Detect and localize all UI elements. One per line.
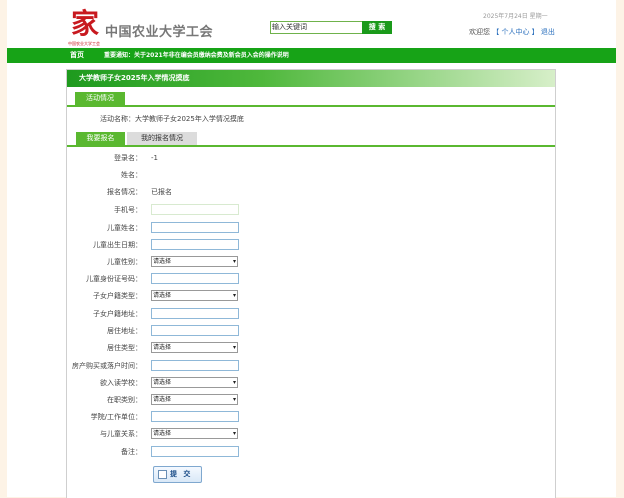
field-label: 儿童性别：: [107, 258, 142, 266]
submit-label: 提 交: [170, 470, 193, 478]
activity-name: 活动名称：大学教师子女2025年入学情况摸底: [100, 115, 244, 123]
select-value: 请选择: [153, 396, 172, 403]
field-label: 手机号：: [114, 206, 142, 214]
search-button[interactable]: 搜 索: [362, 21, 392, 34]
field-label: 备注：: [121, 448, 142, 456]
form-row: 手机号：: [67, 204, 267, 216]
form-row: 欲入读学校： 请选择 ▾: [67, 377, 267, 389]
field-input[interactable]: [151, 273, 239, 284]
form-row: 居住类型： 请选择 ▾: [67, 342, 267, 354]
form-row: 儿童姓名：: [67, 222, 267, 234]
field-label: 儿童出生日期：: [93, 241, 142, 249]
field-input[interactable]: [151, 204, 239, 215]
form-row: 登录名： -1: [67, 152, 267, 164]
field-input[interactable]: [151, 325, 239, 336]
page: 家 中国农业大学工会 中国农业大学工会 输入关键词 搜 索 2025年7月24日…: [7, 0, 616, 498]
field-select[interactable]: 请选择 ▾: [151, 290, 238, 301]
select-value: 请选择: [153, 292, 172, 299]
field-value: -1: [151, 154, 158, 162]
field-input[interactable]: [151, 239, 239, 250]
tab-divider: [67, 105, 555, 107]
notice-marquee[interactable]: 重要通知：关于2021年非在编会员缴纳会费及新会员入会的操作说明: [104, 48, 289, 63]
personal-center-link[interactable]: 【 个人中心 】: [492, 28, 538, 36]
chevron-down-icon: ▾: [232, 344, 236, 351]
user-welcome: 欢迎您 【 个人中心 】 退出: [469, 27, 555, 37]
welcome-text: 欢迎您: [469, 28, 490, 36]
form-row: 房产购买或落户时间：: [67, 360, 267, 372]
form-row: 儿童身份证号码：: [67, 273, 267, 285]
field-label: 在职类别：: [107, 396, 142, 404]
form-row: 居住地址：: [67, 325, 267, 337]
select-value: 请选择: [153, 430, 172, 437]
site-title: 中国农业大学工会: [105, 25, 214, 40]
search-input[interactable]: 输入关键词: [270, 21, 363, 34]
form-row: 与儿童关系： 请选择 ▾: [67, 428, 267, 440]
panel-title: 大学教师子女2025年入学情况摸底: [79, 74, 190, 82]
field-label: 学院/工作单位：: [90, 413, 142, 421]
main-nav: 首页 重要通知：关于2021年非在编会员缴纳会费及新会员入会的操作说明: [7, 48, 616, 63]
form-row: 子女户籍地址：: [67, 308, 267, 320]
field-value: 已报名: [151, 188, 172, 196]
field-input[interactable]: [151, 308, 239, 319]
select-value: 请选择: [153, 258, 172, 265]
panel-titlebar: 大学教师子女2025年入学情况摸底: [67, 70, 555, 87]
logo-mark: 家: [71, 7, 100, 40]
form-row: 备注：: [67, 446, 267, 458]
field-input[interactable]: [151, 446, 239, 457]
field-input[interactable]: [151, 411, 239, 422]
field-label: 房产购买或落户时间：: [72, 362, 142, 370]
field-select[interactable]: 请选择 ▾: [151, 377, 238, 388]
tab-activity[interactable]: 活动情况: [75, 92, 125, 105]
field-label: 居住地址：: [107, 327, 142, 335]
tab-divider: [67, 145, 555, 147]
union-logo: 家 中国农业大学工会: [68, 7, 106, 47]
field-label: 欲入读学校：: [100, 379, 142, 387]
chevron-down-icon: ▾: [232, 292, 236, 299]
field-select[interactable]: 请选择 ▾: [151, 428, 238, 439]
field-select[interactable]: 请选择 ▾: [151, 256, 238, 267]
field-label: 子女户籍地址：: [93, 310, 142, 318]
form-row: 在职类别： 请选择 ▾: [67, 394, 267, 406]
nav-home[interactable]: 首页: [70, 48, 84, 63]
tab-register[interactable]: 我要报名: [76, 132, 125, 145]
chevron-down-icon: ▾: [232, 430, 236, 437]
field-label: 儿童身份证号码：: [86, 275, 142, 283]
field-label: 姓名：: [121, 171, 142, 179]
document-icon: [158, 470, 167, 479]
select-value: 请选择: [153, 344, 172, 351]
field-label: 与儿童关系：: [100, 430, 142, 438]
tab-my-registration[interactable]: 我的报名情况: [127, 132, 197, 145]
select-value: 请选择: [153, 379, 172, 386]
form-row: 姓名：: [67, 169, 267, 181]
content-panel: 大学教师子女2025年入学情况摸底 活动情况 活动名称：大学教师子女2025年入…: [66, 69, 556, 498]
field-select[interactable]: 请选择 ▾: [151, 342, 238, 353]
chevron-down-icon: ▾: [232, 396, 236, 403]
chevron-down-icon: ▾: [232, 379, 236, 386]
field-label: 居住类型：: [107, 344, 142, 352]
current-date: 2025年7月24日 星期一: [483, 13, 548, 20]
field-label: 儿童姓名：: [107, 224, 142, 232]
field-input[interactable]: [151, 360, 239, 371]
form-row: 学院/工作单位：: [67, 411, 267, 423]
field-input[interactable]: [151, 222, 239, 233]
logo-tagline: 中国农业大学工会: [68, 41, 100, 46]
field-label: 子女户籍类型：: [93, 292, 142, 300]
form-row: 儿童性别： 请选择 ▾: [67, 256, 267, 268]
form-row: 子女户籍类型： 请选择 ▾: [67, 290, 267, 302]
chevron-down-icon: ▾: [232, 258, 236, 265]
field-select[interactable]: 请选择 ▾: [151, 394, 238, 405]
field-label: 报名情况：: [107, 188, 142, 196]
submit-button[interactable]: 提 交: [153, 466, 202, 483]
form-row: 儿童出生日期：: [67, 239, 267, 251]
form-row: 报名情况： 已报名: [67, 186, 267, 198]
field-label: 登录名：: [114, 154, 142, 162]
logout-link[interactable]: 退出: [541, 28, 555, 36]
